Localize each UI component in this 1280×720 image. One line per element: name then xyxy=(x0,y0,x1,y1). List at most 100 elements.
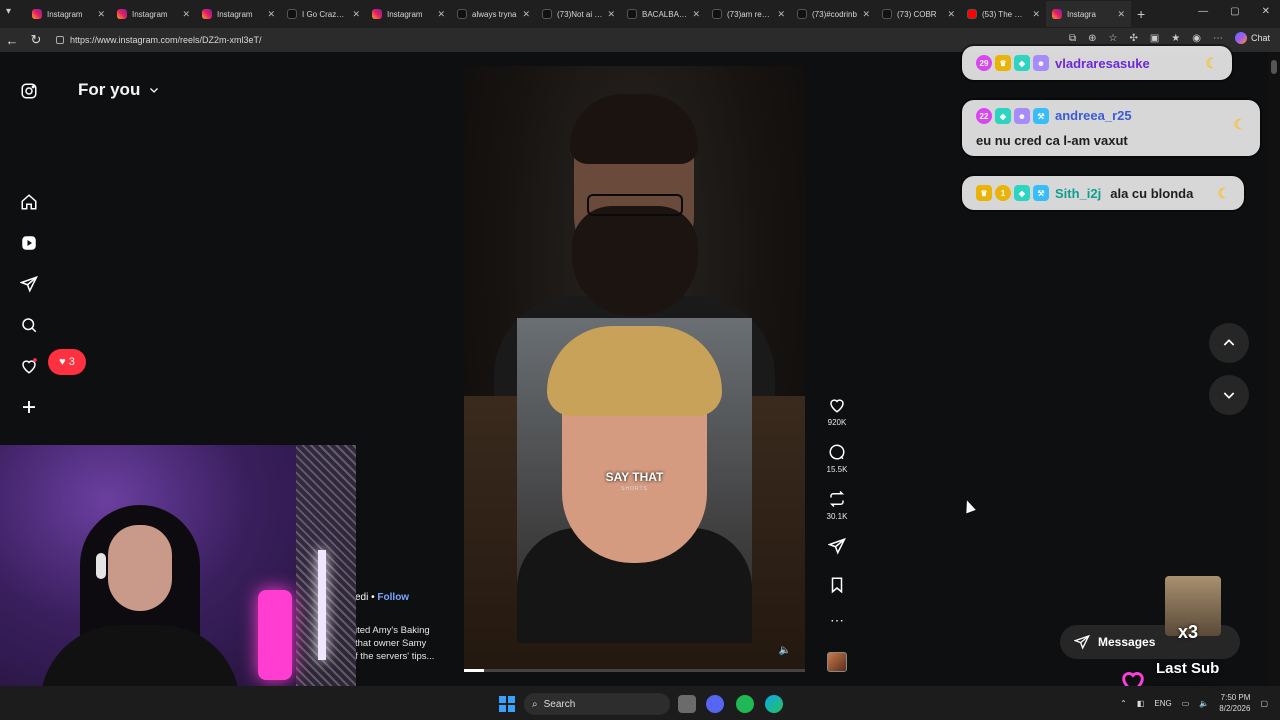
close-tab-icon[interactable]: ✕ xyxy=(947,9,955,20)
close-tab-icon[interactable]: ✕ xyxy=(1117,9,1125,20)
network-icon[interactable]: ▭ xyxy=(1182,699,1190,708)
audio-thumbnail[interactable] xyxy=(827,652,847,672)
browser-tab[interactable]: Instagram ✕ xyxy=(366,1,451,27)
browser-tab[interactable]: (73)am rever ✕ xyxy=(706,1,791,27)
browser-tab[interactable]: (73)Not ai eh ✕ xyxy=(536,1,621,27)
close-tab-icon[interactable]: ✕ xyxy=(777,9,785,20)
browser-tab[interactable]: (73)#codrinb ✕ xyxy=(791,1,876,27)
close-tab-icon[interactable]: ✕ xyxy=(692,9,700,20)
extensions-icon[interactable]: ✣ xyxy=(1129,33,1137,44)
chevron-down-icon xyxy=(1223,392,1235,399)
next-reel-button[interactable] xyxy=(1209,375,1249,415)
tab-label: Instagram xyxy=(132,9,168,19)
tiktok-favicon-icon xyxy=(797,9,807,19)
pickaxe-badge-icon: ⚒ xyxy=(1033,185,1049,201)
split-screen-icon[interactable]: ⧉ xyxy=(1069,33,1076,44)
video-progress-bar[interactable] xyxy=(464,669,805,672)
browser-tab[interactable]: Instagram ✕ xyxy=(111,1,196,27)
favorites-icon[interactable]: ★ xyxy=(1171,33,1180,44)
browser-tab[interactable]: BACALBAȘA ✕ xyxy=(621,1,706,27)
share-button[interactable] xyxy=(822,537,852,555)
windows-taskbar: ⌕ Search ⌃ ◧ ENG ▭ 🔈 7:50 PM 8/2/2026 ▢ xyxy=(0,686,1280,720)
chat-message: 22 ◆ ☻ ⚒ andreea_r25 eu nu cred ca l-am … xyxy=(962,100,1260,156)
browser-tab[interactable]: always tryna ✕ xyxy=(451,1,536,27)
volume-icon[interactable]: 🔈 xyxy=(1199,699,1209,708)
spotify-icon[interactable] xyxy=(736,695,754,713)
copilot-chat-button[interactable]: Chat xyxy=(1234,32,1270,44)
search-icon[interactable] xyxy=(18,314,40,336)
close-tab-icon[interactable]: ✕ xyxy=(267,9,275,20)
close-tab-icon[interactable]: ✕ xyxy=(437,9,445,20)
create-plus-icon[interactable] xyxy=(18,396,40,418)
close-tab-icon[interactable]: ✕ xyxy=(352,9,360,20)
profile-avatar-icon[interactable]: ◉ xyxy=(1192,33,1201,44)
tray-app-icon[interactable]: ◧ xyxy=(1137,699,1145,708)
url-field[interactable]: https://www.instagram.com/reels/DZ2m-xml… xyxy=(56,35,262,45)
follow-button[interactable]: Follow xyxy=(377,592,409,603)
site-info-icon[interactable] xyxy=(56,36,64,44)
notifications-heart-icon[interactable] xyxy=(18,355,40,377)
browser-tab[interactable]: Instagram ✕ xyxy=(196,1,281,27)
direct-messages-icon[interactable] xyxy=(18,273,40,295)
browser-tab[interactable]: I Go Crazy fo ✕ xyxy=(281,1,366,27)
close-tab-icon[interactable]: ✕ xyxy=(97,9,105,20)
discord-icon[interactable] xyxy=(706,695,724,713)
streamer-webcam xyxy=(0,445,356,720)
notifications-icon[interactable]: ▢ xyxy=(1260,699,1268,708)
tab-actions-icon[interactable]: ▾ xyxy=(6,6,11,17)
game-badge-icon: ◆ xyxy=(995,108,1011,124)
repost-button[interactable]: 30.1K xyxy=(822,490,852,521)
tiktok-favicon-icon xyxy=(882,9,892,19)
close-window-icon[interactable]: ✕ xyxy=(1262,6,1270,17)
favorite-star-icon[interactable]: ☆ xyxy=(1108,33,1117,44)
reel-video[interactable]: SAY THAT SHORTS 🔈 xyxy=(464,66,805,672)
comment-button[interactable]: 15.5K xyxy=(822,443,852,474)
close-tab-icon[interactable]: ✕ xyxy=(862,9,870,20)
zoom-icon[interactable]: ⊕ xyxy=(1088,33,1096,44)
tray-overflow-icon[interactable]: ⌃ xyxy=(1120,699,1127,708)
browser-tab[interactable]: Instagram ✕ xyxy=(26,1,111,27)
new-tab-button[interactable]: + xyxy=(1137,6,1145,22)
reel-description[interactable]: ited Amy's Baking that owner Samy f the … xyxy=(355,624,455,663)
home-icon[interactable] xyxy=(18,191,40,213)
feed-selector[interactable]: For you xyxy=(78,80,160,100)
language-indicator[interactable]: ENG xyxy=(1154,699,1171,708)
taskbar-search[interactable]: ⌕ Search xyxy=(524,693,670,715)
maximize-icon[interactable]: ▢ xyxy=(1230,6,1239,17)
close-tab-icon[interactable]: ✕ xyxy=(182,9,190,20)
instagram-favicon-icon xyxy=(202,9,212,19)
browser-tab[interactable]: Instagra ✕ xyxy=(1046,1,1131,27)
tab-label: (73)#codrinb xyxy=(812,9,857,19)
back-icon[interactable]: ← xyxy=(0,33,24,48)
author-name[interactable]: edi xyxy=(355,592,368,603)
notification-badge[interactable]: ♥ 3 xyxy=(48,349,86,375)
chat-label: Chat xyxy=(1250,33,1270,43)
video-subject-glasses xyxy=(587,194,683,216)
collections-icon[interactable]: ▣ xyxy=(1150,33,1159,44)
scrollbar-thumb[interactable] xyxy=(1271,60,1277,74)
bits-badge: 1 xyxy=(995,185,1011,201)
more-options-button[interactable]: ⋯ xyxy=(822,612,852,629)
instagram-logo-icon[interactable] xyxy=(18,80,40,102)
previous-reel-button[interactable] xyxy=(1209,323,1249,363)
like-button[interactable]: 920K xyxy=(822,396,852,427)
reels-icon[interactable] xyxy=(18,232,40,254)
minimize-icon[interactable]: — xyxy=(1198,6,1208,17)
close-tab-icon[interactable]: ✕ xyxy=(1032,9,1040,20)
save-button[interactable] xyxy=(822,576,852,594)
more-menu-icon[interactable]: ⋯ xyxy=(1213,33,1223,44)
close-tab-icon[interactable]: ✕ xyxy=(522,9,530,20)
clock[interactable]: 7:50 PM 8/2/2026 xyxy=(1219,692,1250,714)
instagram-favicon-icon xyxy=(32,9,42,19)
tiktok-favicon-icon xyxy=(457,9,467,19)
windows-start-icon[interactable] xyxy=(499,696,515,712)
close-tab-icon[interactable]: ✕ xyxy=(607,9,615,20)
reel-author: edi • Follow xyxy=(355,592,410,603)
task-view-icon[interactable] xyxy=(678,695,696,713)
refresh-icon[interactable]: ↻ xyxy=(24,32,48,48)
browser-tab[interactable]: (53) The Boy ✕ xyxy=(961,1,1046,27)
mute-icon[interactable]: 🔈 xyxy=(779,645,791,656)
edge-browser-icon[interactable] xyxy=(765,695,783,713)
browser-tab[interactable]: (73) COBR ✕ xyxy=(876,1,961,27)
page-scrollbar[interactable] xyxy=(1268,52,1280,686)
